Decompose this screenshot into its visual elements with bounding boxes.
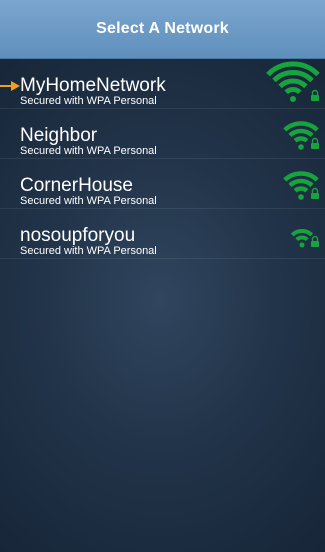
lock-icon [311, 89, 319, 101]
lock-icon [311, 187, 319, 199]
network-row-neighbor[interactable]: Neighbor Secured with WPA Personal [0, 109, 325, 159]
wifi-locked-icon [265, 159, 325, 208]
header-bar: Select A Network [0, 0, 325, 59]
network-list: MyHomeNetwork Secured with WPA Personal [0, 58, 325, 259]
lock-icon [311, 235, 319, 247]
network-security: Secured with WPA Personal [20, 95, 157, 107]
network-row-cornerhouse[interactable]: CornerHouse Secured with WPA Personal [0, 159, 325, 209]
lock-icon [311, 137, 319, 149]
network-security: Secured with WPA Personal [20, 245, 157, 257]
network-name: CornerHouse [20, 175, 133, 196]
network-row-myhomenetwork[interactable]: MyHomeNetwork Secured with WPA Personal [0, 58, 325, 109]
network-row-nosoupforyou[interactable]: nosoupforyou Secured with WPA Personal [0, 209, 325, 259]
wifi-locked-icon [265, 209, 325, 258]
network-security: Secured with WPA Personal [20, 195, 157, 207]
network-name: MyHomeNetwork [20, 75, 166, 96]
network-name: nosoupforyou [20, 225, 136, 246]
page-title: Select A Network [96, 20, 229, 37]
selection-arrow-icon [0, 81, 20, 91]
network-security: Secured with WPA Personal [20, 145, 157, 157]
wifi-locked-icon [265, 109, 325, 158]
wifi-locked-icon [265, 58, 325, 107]
network-picker-screen: Select A Network MyHomeNetwork Secured w… [0, 0, 325, 552]
network-name: Neighbor [20, 125, 98, 146]
